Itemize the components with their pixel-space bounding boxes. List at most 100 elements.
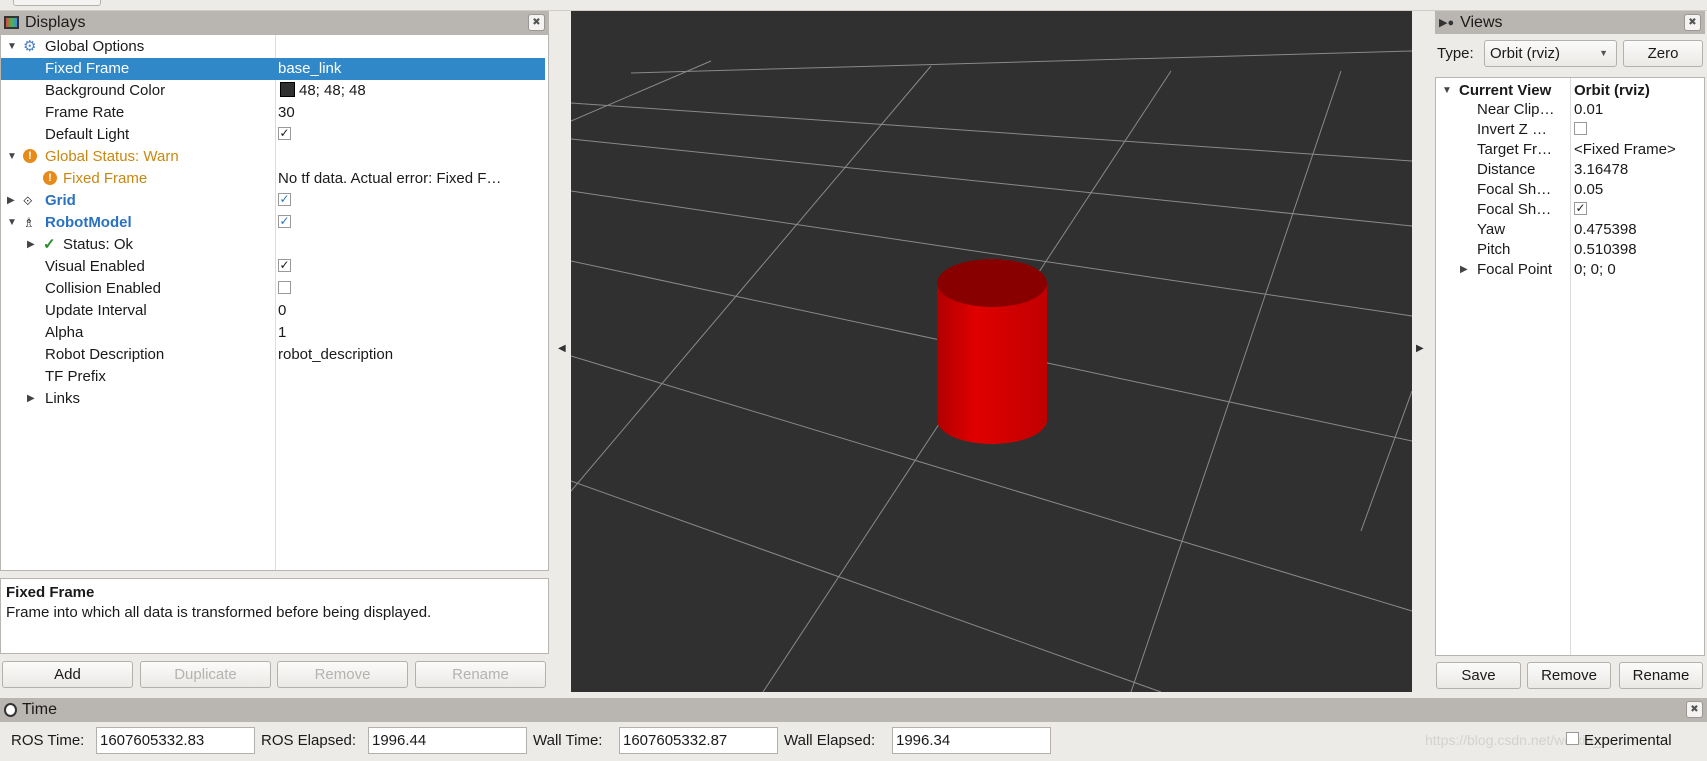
- value-text: robot_description: [278, 346, 394, 363]
- display-row[interactable]: Robot Description robot_description: [1, 344, 548, 366]
- display-row[interactable]: Default Light ✓: [1, 124, 548, 146]
- display-row[interactable]: ▶ ⟐ Grid ✓: [1, 190, 548, 212]
- display-row-label: Frame Rate: [45, 104, 125, 121]
- views-tree[interactable]: ▼ Current View Orbit (rviz) Near Clip… 0.…: [1435, 77, 1705, 656]
- display-row-label: Links: [45, 390, 81, 407]
- view-property-value[interactable]: 0; 0; 0: [1574, 260, 1616, 280]
- view-type-dropdown[interactable]: Orbit (rviz) ▼: [1484, 40, 1617, 67]
- collapse-left-arrow[interactable]: ◀: [558, 343, 566, 354]
- checkbox[interactable]: ✓: [278, 256, 291, 278]
- view-property-label: Distance: [1477, 161, 1536, 178]
- display-row-value[interactable]: 48; 48; 48: [278, 80, 366, 102]
- save-view-button[interactable]: Save: [1436, 662, 1521, 689]
- expand-arrow-icon[interactable]: ▶: [27, 388, 35, 410]
- view-property-row[interactable]: Invert Z …: [1436, 120, 1704, 140]
- display-row[interactable]: ▼ ⚙ Global Options: [1, 36, 548, 58]
- display-row[interactable]: ▶ ✓ Status: Ok: [1, 234, 548, 256]
- checkbox[interactable]: ✓: [278, 212, 291, 234]
- view-property-value[interactable]: 0.05: [1574, 180, 1603, 200]
- view-property-row[interactable]: Yaw 0.475398: [1436, 220, 1704, 240]
- display-row-label: RobotModel: [45, 214, 132, 231]
- rename-view-button[interactable]: Rename: [1619, 662, 1703, 689]
- displays-tree[interactable]: ▼ ⚙ Global Options Fixed Frame base_link Back…: [0, 34, 549, 571]
- duplicate-button[interactable]: Duplicate: [140, 661, 271, 688]
- display-row-value[interactable]: No tf data. Actual error: Fixed F…: [278, 168, 501, 190]
- toolbar-tab[interactable]: [13, 0, 101, 6]
- view-property-label: Near Clip…: [1477, 101, 1555, 118]
- close-icon[interactable]: ✖: [1684, 14, 1701, 31]
- display-row[interactable]: Collision Enabled: [1, 278, 548, 300]
- checkbox[interactable]: [278, 278, 291, 300]
- grid-line: [571, 480, 1162, 692]
- ros-elapsed-field[interactable]: 1996.44: [368, 727, 527, 754]
- display-row[interactable]: ! Fixed Frame No tf data. Actual error: Fi…: [1, 168, 548, 190]
- rename-button[interactable]: Rename: [415, 661, 546, 688]
- display-row[interactable]: ▶ Links: [1, 388, 548, 410]
- collapse-arrow-icon[interactable]: ▼: [7, 212, 17, 234]
- checkbox[interactable]: [1574, 120, 1587, 140]
- expand-arrow-icon[interactable]: ▶: [7, 190, 15, 212]
- display-row[interactable]: Update Interval 0: [1, 300, 548, 322]
- zero-button[interactable]: Zero: [1623, 40, 1703, 67]
- displays-panel: Displays ✖ ▼ ⚙ Global Options Fixed Frame ba…: [0, 11, 549, 696]
- display-row[interactable]: ▼ ♗ RobotModel ✓: [1, 212, 548, 234]
- display-row-value[interactable]: robot_description: [278, 344, 393, 366]
- collapse-right-arrow[interactable]: ▶: [1416, 343, 1424, 354]
- display-row[interactable]: Fixed Frame base_link: [1, 58, 545, 80]
- current-view-row[interactable]: ▼ Current View Orbit (rviz): [1436, 80, 1704, 102]
- view-property-row[interactable]: Pitch 0.510398: [1436, 240, 1704, 260]
- close-icon[interactable]: ✖: [528, 14, 545, 31]
- view-property-value[interactable]: 0.475398: [1574, 220, 1637, 240]
- checkbox[interactable]: ✓: [278, 190, 291, 212]
- close-icon[interactable]: ✖: [1686, 701, 1703, 718]
- display-row-value[interactable]: base_link: [278, 58, 341, 80]
- display-row[interactable]: Background Color 48; 48; 48: [1, 80, 548, 102]
- wall-elapsed-field[interactable]: 1996.34: [892, 727, 1051, 754]
- display-row[interactable]: TF Prefix: [1, 366, 548, 388]
- view-property-row[interactable]: Target Fr… <Fixed Frame>: [1436, 140, 1704, 160]
- view-property-row[interactable]: Focal Sh… 0.05: [1436, 180, 1704, 200]
- display-row[interactable]: ▼! Global Status: Warn: [1, 146, 548, 168]
- value-text: 48; 48; 48: [299, 82, 366, 99]
- value-text: 1: [278, 324, 287, 341]
- view-type-value: Orbit (rviz): [1490, 45, 1560, 62]
- value-text: 30: [278, 104, 295, 121]
- expand-arrow-icon[interactable]: ▼: [1442, 80, 1452, 102]
- view-property-value[interactable]: <Fixed Frame>: [1574, 140, 1676, 160]
- add-button[interactable]: Add: [2, 661, 133, 688]
- view-property-value[interactable]: 0.510398: [1574, 240, 1637, 260]
- view-property-value[interactable]: 3.16478: [1574, 160, 1628, 180]
- display-row-value[interactable]: 0: [278, 300, 286, 322]
- grid-line: [571, 65, 932, 492]
- experimental-checkbox[interactable]: [1566, 732, 1579, 745]
- view-property-row[interactable]: ▶ Focal Point 0; 0; 0: [1436, 260, 1704, 280]
- view-property-row[interactable]: Focal Sh… ✓: [1436, 200, 1704, 220]
- remove-view-button[interactable]: Remove: [1527, 662, 1611, 689]
- display-row[interactable]: Alpha 1: [1, 322, 548, 344]
- display-row[interactable]: Frame Rate 30: [1, 102, 548, 124]
- view-property-row[interactable]: Near Clip… 0.01: [1436, 100, 1704, 120]
- time-titlebar: Time ✖: [0, 698, 1707, 722]
- view-property-row[interactable]: Distance 3.16478: [1436, 160, 1704, 180]
- description-title: Fixed Frame: [6, 584, 95, 601]
- expand-arrow-icon[interactable]: ▶: [27, 234, 35, 256]
- top-toolbar-strip: [0, 0, 1707, 11]
- current-view-value: Orbit (rviz): [1574, 82, 1650, 99]
- checkbox[interactable]: ✓: [278, 124, 291, 146]
- view-property-value[interactable]: 0.01: [1574, 100, 1603, 120]
- wall-time-field[interactable]: 1607605332.87: [619, 727, 778, 754]
- ros-time-field[interactable]: 1607605332.83: [96, 727, 255, 754]
- expand-arrow-icon[interactable]: ▶: [1460, 260, 1468, 280]
- collapse-arrow-icon[interactable]: ▼: [7, 36, 17, 58]
- display-row-label: Background Color: [45, 82, 166, 99]
- color-swatch[interactable]: [280, 82, 295, 98]
- collapse-arrow-icon[interactable]: ▼: [7, 146, 17, 168]
- remove-button[interactable]: Remove: [277, 661, 408, 688]
- checkbox[interactable]: ✓: [1574, 200, 1587, 220]
- 3d-viewport[interactable]: [571, 11, 1412, 692]
- display-row-value[interactable]: 30: [278, 102, 295, 124]
- display-row[interactable]: Visual Enabled ✓: [1, 256, 548, 278]
- monitor-icon: [4, 16, 19, 29]
- display-row-value[interactable]: 1: [278, 322, 286, 344]
- wall-time-label: Wall Time:: [533, 732, 603, 749]
